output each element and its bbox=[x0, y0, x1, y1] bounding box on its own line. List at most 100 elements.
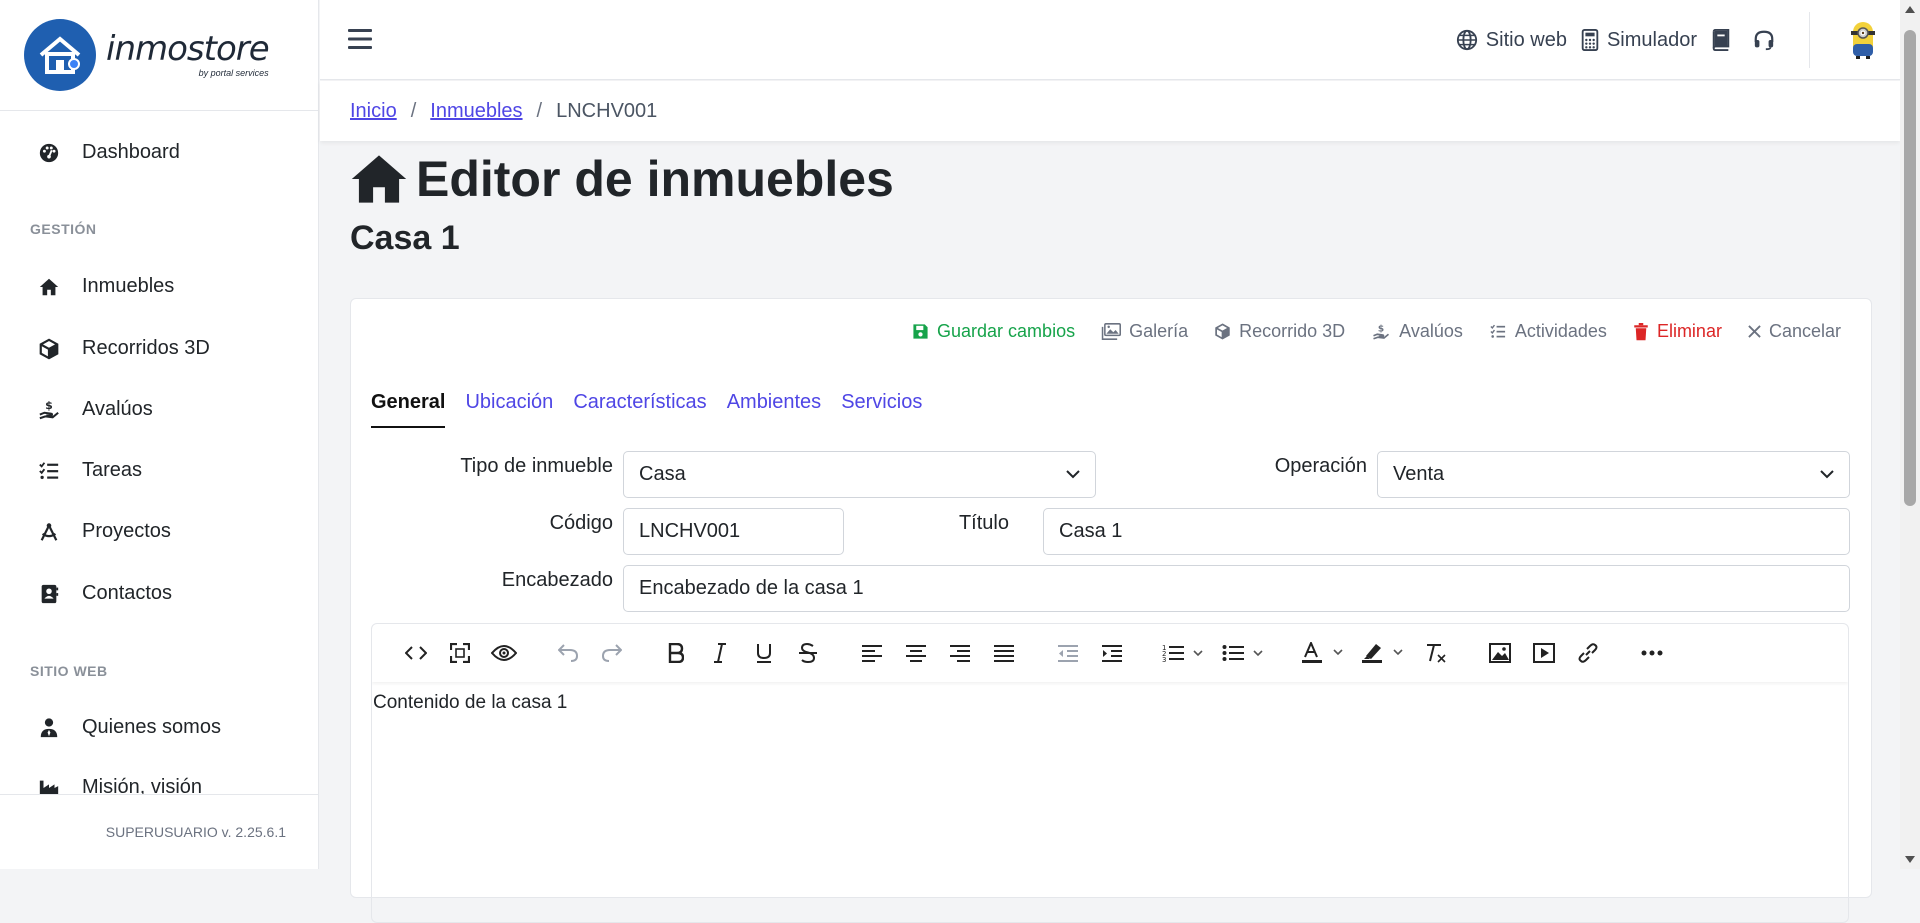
tab-ubicacion[interactable]: Ubicación bbox=[465, 391, 553, 428]
dashboard-icon bbox=[39, 143, 59, 162]
simulador-link[interactable]: Simulador bbox=[1581, 29, 1697, 52]
align-center-icon bbox=[906, 645, 926, 662]
titulo-input[interactable]: Casa 1 bbox=[1043, 508, 1850, 555]
outdent-button[interactable] bbox=[1046, 631, 1090, 675]
delete-button[interactable]: Eliminar bbox=[1633, 321, 1722, 342]
strikethrough-button[interactable] bbox=[786, 631, 830, 675]
hamburger-icon bbox=[348, 29, 372, 49]
tipo-inmueble-label: Tipo de inmueble bbox=[460, 455, 613, 477]
outdent-icon bbox=[1058, 645, 1078, 662]
editor-content[interactable]: Contenido de la casa 1 bbox=[372, 682, 1848, 724]
preview-button[interactable] bbox=[482, 631, 526, 675]
save-button[interactable]: Guardar cambios bbox=[912, 321, 1075, 342]
sidebar-item-dashboard[interactable]: Dashboard bbox=[38, 141, 180, 164]
sidebar-item-mision-vision[interactable]: Misión, visión bbox=[38, 776, 202, 794]
encabezado-label: Encabezado bbox=[501, 569, 613, 591]
align-left-button[interactable] bbox=[850, 631, 894, 675]
operacion-select[interactable]: Venta bbox=[1377, 451, 1850, 498]
sidebar-item-label: Contactos bbox=[82, 582, 173, 604]
sidebar-item-recorridos[interactable]: Recorridos 3D bbox=[38, 337, 210, 360]
clear-format-button[interactable] bbox=[1414, 631, 1458, 675]
align-left-icon bbox=[862, 645, 882, 662]
logo[interactable]: inmostore by portal services bbox=[0, 0, 318, 111]
chevron-down-icon bbox=[1066, 470, 1080, 479]
breadcrumb: Inicio / Inmuebles / LNCHV001 bbox=[320, 81, 1900, 141]
user-avatar[interactable] bbox=[1850, 20, 1876, 60]
underline-button[interactable] bbox=[742, 631, 786, 675]
gallery-button[interactable]: Galería bbox=[1101, 321, 1188, 342]
tab-general[interactable]: General bbox=[371, 391, 446, 428]
sidebar-item-inmuebles[interactable]: Inmuebles bbox=[38, 275, 174, 298]
editor-content-text: Contenido de la casa 1 bbox=[373, 692, 568, 713]
sidebar-item-avaluos[interactable]: $ Avalúos bbox=[38, 398, 153, 421]
tab-caracteristicas[interactable]: Características bbox=[573, 391, 706, 428]
sidebar-item-tareas[interactable]: Tareas bbox=[38, 459, 142, 482]
calculator-icon bbox=[1581, 29, 1599, 51]
sidebar-item-contactos[interactable]: Contactos bbox=[38, 582, 172, 605]
topbar: Sitio web Simulador bbox=[320, 0, 1900, 80]
align-justify-button[interactable] bbox=[982, 631, 1026, 675]
encabezado-input[interactable]: Encabezado de la casa 1 bbox=[623, 565, 1850, 612]
support-button[interactable] bbox=[1753, 29, 1783, 51]
code-icon bbox=[405, 646, 427, 660]
scroll-up-arrow-icon[interactable] bbox=[1905, 6, 1915, 13]
text-color-button[interactable] bbox=[1294, 631, 1354, 675]
more-button[interactable] bbox=[1630, 631, 1674, 675]
section-title-gestion: GESTIÓN bbox=[30, 221, 97, 237]
redo-button[interactable] bbox=[590, 631, 634, 675]
insert-link-button[interactable] bbox=[1566, 631, 1610, 675]
sidebar-item-quienes-somos[interactable]: Quienes somos bbox=[38, 716, 221, 739]
tab-servicios[interactable]: Servicios bbox=[841, 391, 922, 428]
scrollbar-thumb[interactable] bbox=[1904, 30, 1916, 506]
italic-button[interactable] bbox=[698, 631, 742, 675]
activities-button[interactable]: Actividades bbox=[1489, 321, 1607, 342]
undo-button[interactable] bbox=[546, 631, 590, 675]
logo-house-icon bbox=[24, 19, 96, 91]
cancel-label: Cancelar bbox=[1768, 321, 1841, 341]
bullet-list-button[interactable] bbox=[1214, 631, 1274, 675]
operacion-label: Operación bbox=[1274, 455, 1367, 477]
insert-image-button[interactable] bbox=[1478, 631, 1522, 675]
hand-dollar-icon: $ bbox=[39, 399, 59, 419]
sidebar-item-label: Proyectos bbox=[82, 520, 171, 542]
align-center-button[interactable] bbox=[894, 631, 938, 675]
align-right-button[interactable] bbox=[938, 631, 982, 675]
link-icon bbox=[1578, 643, 1598, 663]
menu-toggle-button[interactable] bbox=[348, 28, 372, 50]
action-bar: Guardar cambios Galería Recorrido 3D $ A… bbox=[886, 321, 1841, 342]
tab-ambientes[interactable]: Ambientes bbox=[727, 391, 822, 428]
numbered-list-button[interactable]: 123 bbox=[1154, 631, 1214, 675]
indent-icon bbox=[1102, 645, 1122, 662]
floppy-icon bbox=[913, 324, 928, 339]
list-check-icon bbox=[39, 461, 59, 479]
simulador-label: Simulador bbox=[1606, 28, 1697, 51]
sitio-web-link[interactable]: Sitio web bbox=[1456, 29, 1567, 52]
appraisals-button[interactable]: $ Avalúos bbox=[1371, 321, 1463, 342]
sidebar-item-proyectos[interactable]: Proyectos bbox=[38, 520, 171, 543]
breadcrumb-current: LNCHV001 bbox=[556, 99, 658, 122]
tour-3d-button[interactable]: Recorrido 3D bbox=[1214, 321, 1345, 342]
insert-media-button[interactable] bbox=[1522, 631, 1566, 675]
headset-icon bbox=[1754, 30, 1774, 51]
bold-button[interactable] bbox=[654, 631, 698, 675]
text-color-icon bbox=[1302, 642, 1343, 663]
highlight-button[interactable] bbox=[1354, 631, 1414, 675]
page-scrollbar[interactable] bbox=[1900, 0, 1920, 869]
codigo-value: LNCHV001 bbox=[639, 520, 741, 542]
globe-icon bbox=[1456, 29, 1477, 51]
images-icon bbox=[1101, 323, 1122, 340]
tipo-inmueble-select[interactable]: Casa bbox=[623, 451, 1096, 498]
source-code-button[interactable] bbox=[394, 631, 438, 675]
svg-text:$: $ bbox=[45, 399, 53, 412]
codigo-input[interactable]: LNCHV001 bbox=[623, 508, 844, 555]
hand-dollar-icon: $ bbox=[1373, 324, 1390, 340]
breadcrumb-inmuebles-link[interactable]: Inmuebles bbox=[430, 100, 522, 123]
scroll-down-arrow-icon[interactable] bbox=[1905, 856, 1915, 863]
cancel-button[interactable]: Cancelar bbox=[1748, 321, 1841, 342]
fullscreen-button[interactable] bbox=[438, 631, 482, 675]
image-icon bbox=[1489, 643, 1511, 663]
user-tie-icon bbox=[40, 717, 58, 737]
indent-button[interactable] bbox=[1090, 631, 1134, 675]
breadcrumb-home-link[interactable]: Inicio bbox=[350, 100, 397, 123]
manual-button[interactable] bbox=[1711, 29, 1739, 51]
